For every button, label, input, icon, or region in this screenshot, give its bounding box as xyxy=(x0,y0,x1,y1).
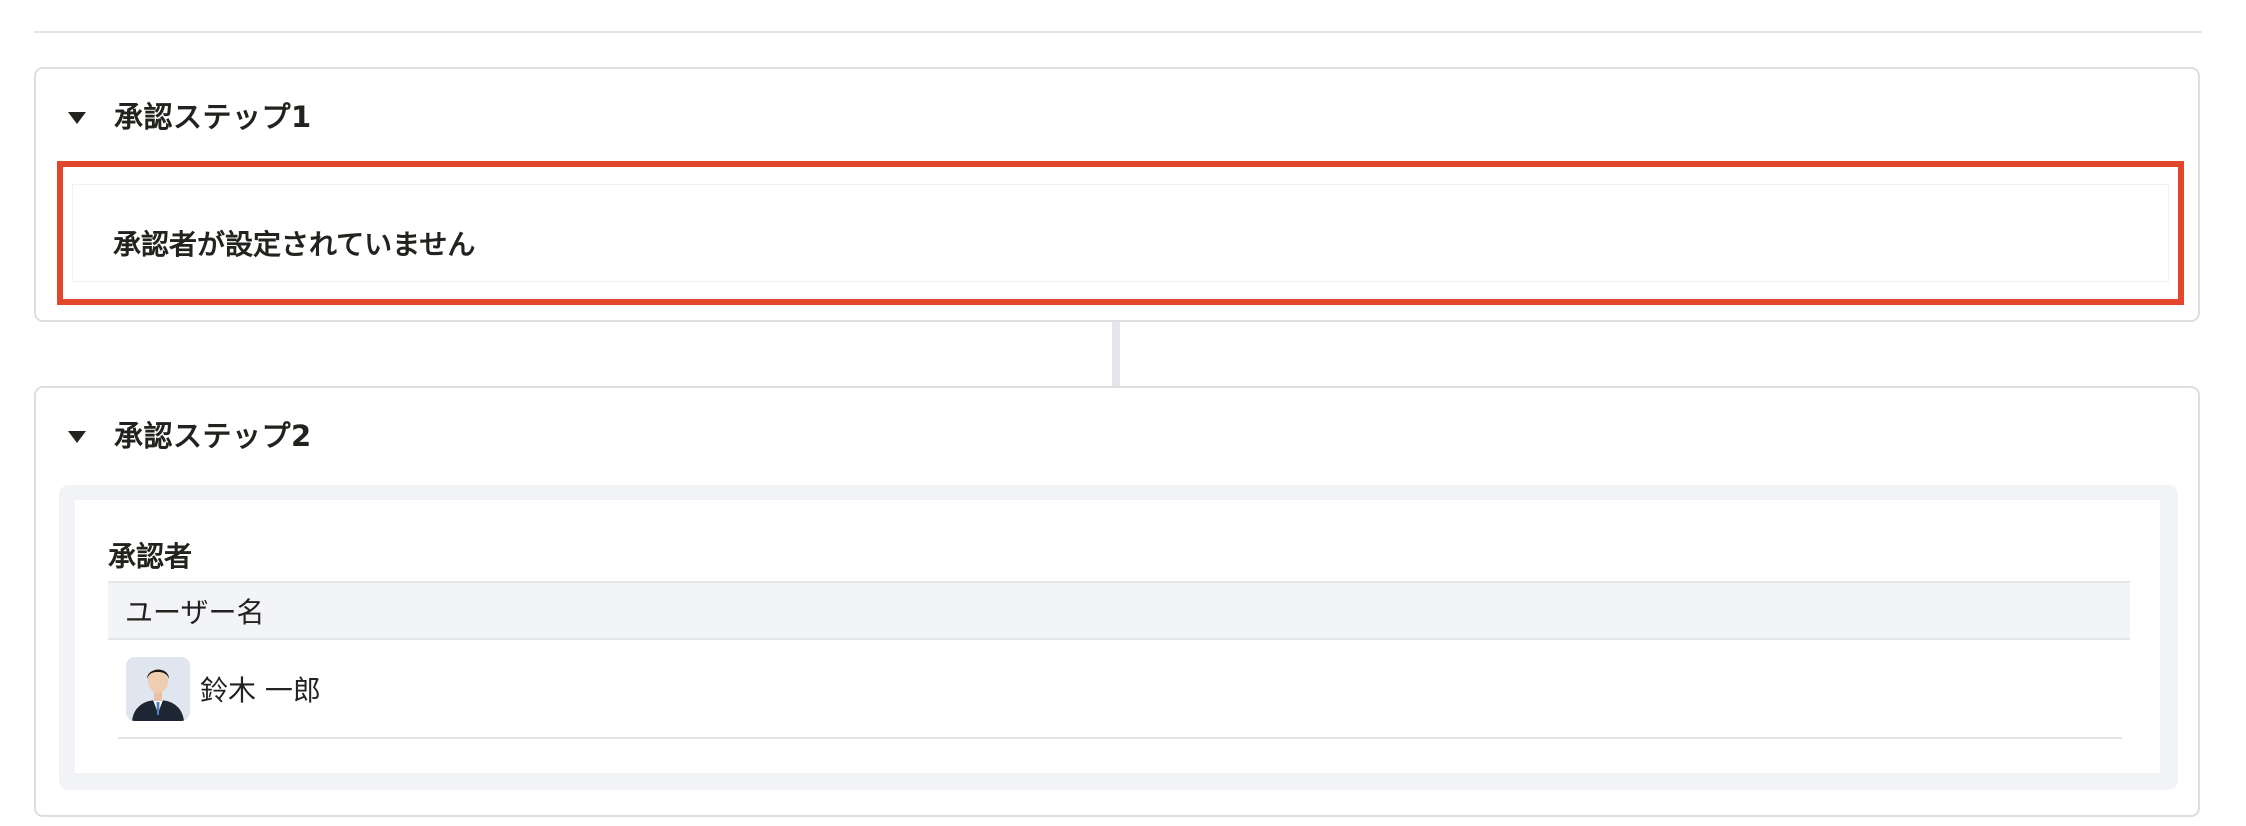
approver-inner: 承認者 ユーザー名 鈴木 一郎 xyxy=(75,500,2160,773)
user-name: 鈴木 一郎 xyxy=(200,673,321,707)
approver-label: 承認者 xyxy=(108,540,193,573)
caret-down-icon[interactable] xyxy=(68,111,86,124)
approver-panel: 承認者 ユーザー名 鈴木 一郎 xyxy=(59,485,2178,790)
step-title: 承認ステップ2 xyxy=(114,419,312,453)
approver-missing-error-box: 承認者が設定されていません xyxy=(57,161,2184,305)
approval-step-1-card: 承認ステップ1 承認者が設定されていません xyxy=(34,67,2200,322)
approval-step-1-header[interactable]: 承認ステップ1 xyxy=(68,103,312,132)
approval-step-2-header[interactable]: 承認ステップ2 xyxy=(68,422,312,451)
approval-step-2-card: 承認ステップ2 承認者 ユーザー名 鈴木 一郎 xyxy=(34,386,2200,817)
step-connector xyxy=(1112,322,1120,386)
table-header: ユーザー名 xyxy=(108,581,2130,640)
step-title: 承認ステップ1 xyxy=(114,100,312,134)
top-divider xyxy=(34,31,2202,33)
caret-down-icon[interactable] xyxy=(68,430,86,443)
table-row: 鈴木 一郎 xyxy=(118,640,2122,739)
column-header-username: ユーザー名 xyxy=(125,595,265,629)
error-message: 承認者が設定されていません xyxy=(113,228,476,261)
user-photo-icon xyxy=(126,656,190,721)
